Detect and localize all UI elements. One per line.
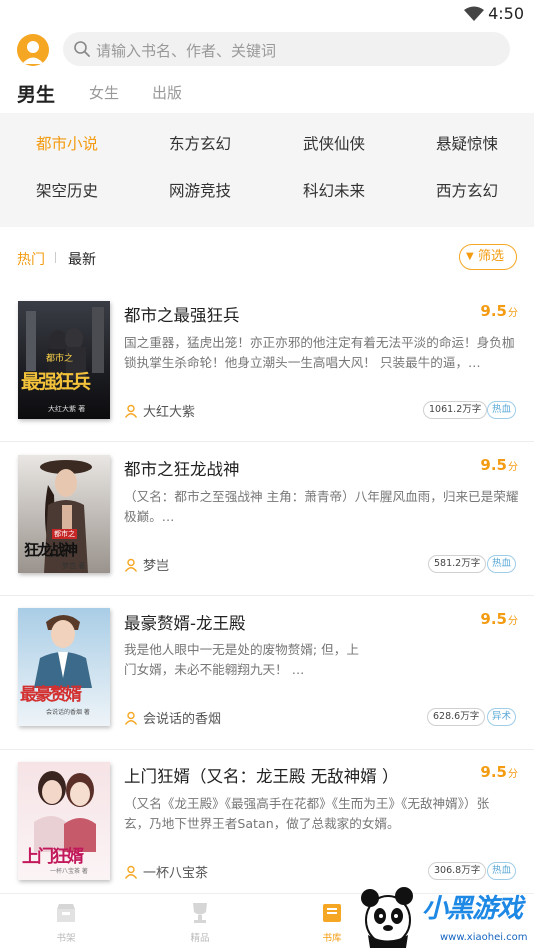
category-panel: 都市小说 东方玄幻 武侠仙侠 悬疑惊悚 架空历史 网游竞技 科幻未来 西方玄幻 xyxy=(0,113,534,227)
search-row: 请输入书名、作者、关键词 xyxy=(0,32,534,68)
word-count-badge: 581.2万字 xyxy=(428,555,487,573)
sort-new[interactable]: 最新 xyxy=(68,249,96,269)
genre-tag: 热血 xyxy=(487,401,517,419)
cover-author: 梦岂 著 xyxy=(62,562,86,570)
word-count-badge: 306.8万字 xyxy=(428,862,487,880)
gender-tabs: 男生 女生 出版 xyxy=(0,80,534,106)
book-score: 9.5分 xyxy=(480,763,518,781)
cover-title: 最强狂兵 xyxy=(21,371,91,393)
nav-library-label: 书库 xyxy=(322,933,342,944)
filter-button-label: 筛选 xyxy=(478,249,505,264)
genre-tag: 热血 xyxy=(487,862,517,880)
book-score: 9.5分 xyxy=(480,302,518,320)
nav-bookshelf[interactable]: 书架 xyxy=(36,900,96,944)
nav-featured-label: 精品 xyxy=(190,933,210,944)
wifi-icon xyxy=(464,6,484,21)
category-eastern-fantasy[interactable]: 东方玄幻 xyxy=(135,132,265,154)
book-title[interactable]: 最豪赘婿-龙王殿 xyxy=(124,610,245,634)
bookshelf-icon xyxy=(57,904,75,922)
filter-button[interactable]: ▼ 筛选 xyxy=(459,244,517,270)
cover-subtitle: 都市之 xyxy=(46,354,74,364)
cover-title: 上门狂婿 xyxy=(22,847,84,867)
word-count-badge: 628.6万字 xyxy=(427,708,486,726)
user-avatar-icon xyxy=(22,41,44,64)
nav-featured[interactable]: 精品 xyxy=(170,900,230,944)
category-scifi[interactable]: 科幻未来 xyxy=(269,179,399,201)
person-icon xyxy=(124,711,138,725)
book-item[interactable]: 最豪赘婿 会说话的香烟 著 最豪赘婿-龙王殿 9.5分 我是他人眼中一无是处的废… xyxy=(0,596,534,750)
book-author: 大红大紫 xyxy=(124,401,195,420)
book-author: 一杯八宝茶 xyxy=(124,862,208,881)
sort-divider xyxy=(55,252,56,263)
chevron-down-icon: ▼ xyxy=(466,251,474,262)
cover-author: 大红大紫 著 xyxy=(48,405,86,413)
book-cover: 上门狂婿 一杯八宝茶 著 xyxy=(18,762,110,880)
person-icon xyxy=(124,558,138,572)
word-count-badge: 1061.2万字 xyxy=(423,401,488,419)
sort-hot[interactable]: 热门 xyxy=(17,249,45,269)
person-icon xyxy=(124,404,138,418)
book-score: 9.5分 xyxy=(480,610,518,628)
tab-female[interactable]: 女生 xyxy=(89,82,119,103)
sort-filter-row: 热门 最新 ▼ 筛选 xyxy=(0,244,534,272)
cover-title: 最豪赘婿 xyxy=(20,685,82,705)
user-avatar[interactable] xyxy=(17,34,49,66)
category-western-fantasy[interactable]: 西方玄幻 xyxy=(402,179,532,201)
search-icon xyxy=(74,41,90,57)
watermark-brand: 小黑游戏 xyxy=(422,894,523,924)
book-title[interactable]: 都市之狂龙战神 xyxy=(124,456,240,480)
category-urban[interactable]: 都市小说 xyxy=(2,132,132,154)
genre-tag: 异术 xyxy=(487,708,517,726)
book-description: 国之重器，猛虎出笼！亦正亦邪的他注定有着无法平淡的命运！身负枷锁执掌生杀命轮！他… xyxy=(124,335,515,370)
watermark-url: www.xiaohei.com xyxy=(440,932,528,943)
tab-male[interactable]: 男生 xyxy=(17,80,55,107)
category-wuxia[interactable]: 武侠仙侠 xyxy=(269,132,399,154)
cover-title: 狂龙战神 xyxy=(24,541,78,559)
book-cover: 都市之 最强狂兵 大红大紫 著 xyxy=(18,301,110,419)
book-description: 我是他人眼中一无是处的废物赘婿; 但，上门女婿，未必不能翱翔九天！ … xyxy=(124,642,359,677)
status-time: 4:50 xyxy=(488,4,524,23)
category-alt-history[interactable]: 架空历史 xyxy=(2,179,132,201)
search-input[interactable]: 请输入书名、作者、关键词 xyxy=(63,32,510,66)
book-score: 9.5分 xyxy=(480,456,518,474)
cover-author: 会说话的香烟 著 xyxy=(46,709,90,716)
book-cover: 最豪赘婿 会说话的香烟 著 xyxy=(18,608,110,726)
person-icon xyxy=(124,865,138,879)
book-author: 会说话的香烟 xyxy=(124,708,221,727)
book-title[interactable]: 上门狂婿（又名：龙王殿 无敌神婿 ） xyxy=(124,763,399,787)
category-gaming[interactable]: 网游竞技 xyxy=(135,179,265,201)
cover-author: 一杯八宝茶 著 xyxy=(50,868,88,875)
watermark: 小黑游戏 www.xiaohei.com xyxy=(340,880,534,949)
book-author: 梦岂 xyxy=(124,555,169,574)
tab-publish[interactable]: 出版 xyxy=(152,82,182,103)
nav-bookshelf-label: 书架 xyxy=(56,933,76,944)
book-description: （又名：都市之至强战神 主角：萧青帝）八年腥风血雨，归来已是荣耀极巅。… xyxy=(124,489,519,524)
book-cover: 都市之 狂龙战神 梦岂 著 xyxy=(18,455,110,573)
book-item[interactable]: 都市之 狂龙战神 梦岂 著 都市之狂龙战神 9.5分 （又名：都市之至强战神 主… xyxy=(0,442,534,596)
category-suspense[interactable]: 悬疑惊悚 xyxy=(402,132,532,154)
trophy-icon xyxy=(193,903,207,923)
genre-tag: 热血 xyxy=(487,555,517,573)
cover-subtitle: 都市之 xyxy=(52,529,77,539)
book-title[interactable]: 都市之最强狂兵 xyxy=(124,302,240,326)
status-bar: 4:50 xyxy=(0,0,534,30)
book-item[interactable]: 都市之 最强狂兵 大红大紫 著 都市之最强狂兵 9.5分 国之重器，猛虎出笼！亦… xyxy=(0,288,534,442)
book-description: （又名《龙王殿》《最强高手在花都》《生而为王》《无敌神婿》）张玄，乃地下世界王者… xyxy=(124,796,490,831)
search-placeholder: 请输入书名、作者、关键词 xyxy=(96,42,277,60)
